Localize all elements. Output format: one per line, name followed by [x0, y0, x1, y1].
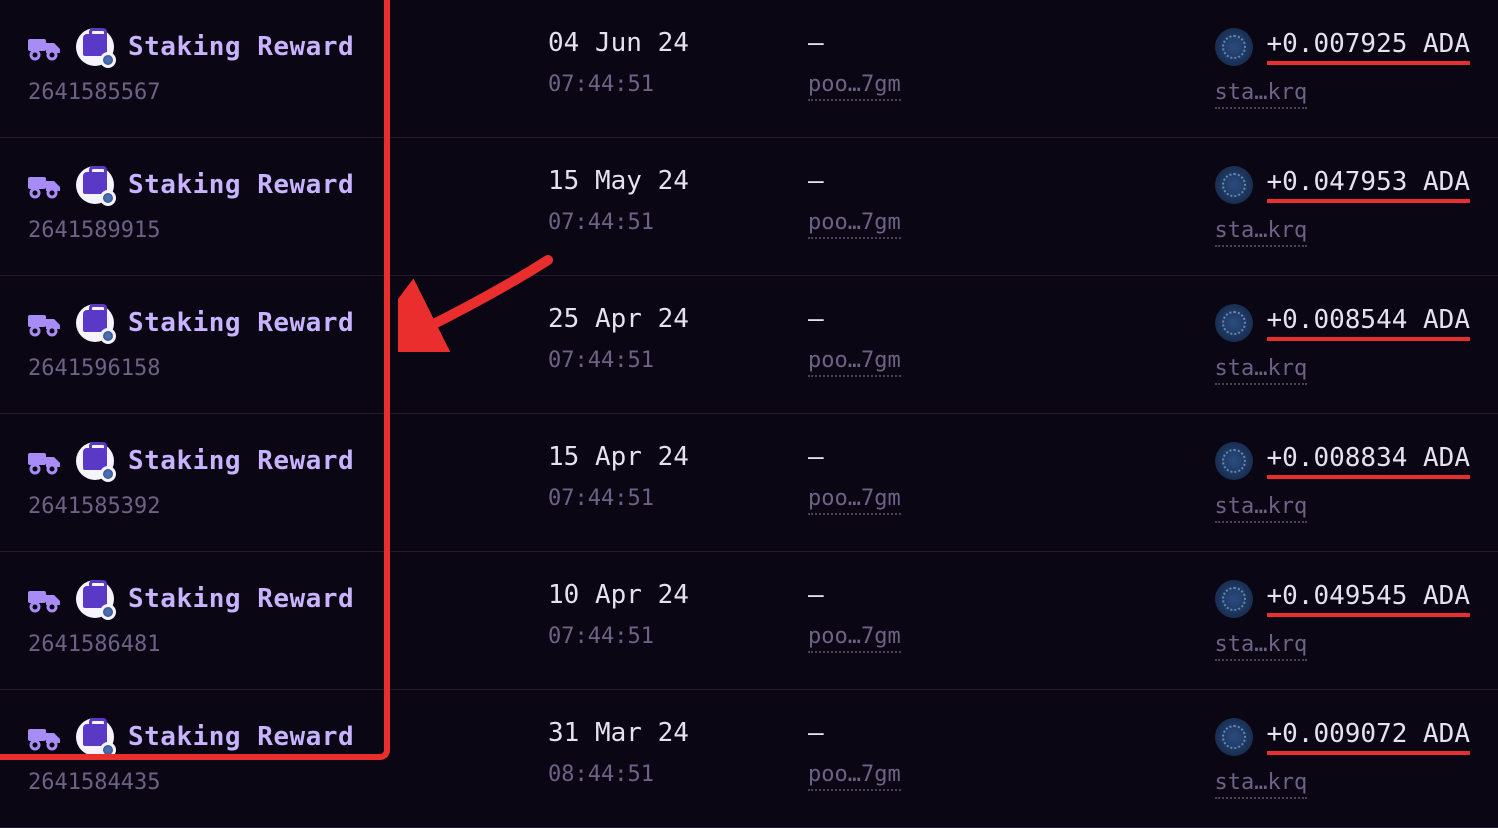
stake-address-link[interactable]: sta…krq: [1215, 218, 1308, 247]
wallet-icon: [76, 28, 114, 66]
transaction-amount: +0.049545 ADA: [1267, 581, 1471, 617]
transaction-date: 31 Mar 24: [548, 718, 808, 748]
stake-address-link[interactable]: sta…krq: [1215, 770, 1308, 799]
transaction-row[interactable]: Staking Reward 2641584435 31 Mar 24 08:4…: [0, 690, 1498, 828]
transaction-type-label: Staking Reward: [128, 722, 354, 752]
stake-address-link[interactable]: sta…krq: [1215, 80, 1308, 109]
stake-address-link[interactable]: sta…krq: [1215, 632, 1308, 661]
transaction-hash-placeholder: —: [808, 166, 1208, 196]
transaction-date: 15 May 24: [548, 166, 808, 196]
transaction-date: 04 Jun 24: [548, 28, 808, 58]
transfer-icon: [28, 585, 62, 613]
cardano-icon: [1215, 718, 1253, 756]
transaction-time: 07:44:51: [548, 624, 808, 649]
transaction-time: 07:44:51: [548, 348, 808, 373]
transaction-row[interactable]: Staking Reward 2641596158 25 Apr 24 07:4…: [0, 276, 1498, 414]
transaction-id: 2641584435: [28, 770, 548, 795]
stake-address-link[interactable]: sta…krq: [1215, 494, 1308, 523]
transfer-icon: [28, 171, 62, 199]
wallet-icon: [76, 442, 114, 480]
transaction-time: 07:44:51: [548, 486, 808, 511]
transaction-row[interactable]: Staking Reward 2641585567 04 Jun 24 07:4…: [0, 0, 1498, 138]
pool-link[interactable]: poo…7gm: [808, 210, 901, 239]
transaction-row[interactable]: Staking Reward 2641589915 15 May 24 07:4…: [0, 138, 1498, 276]
transfer-icon: [28, 447, 62, 475]
cardano-icon: [1215, 580, 1253, 618]
pool-link[interactable]: poo…7gm: [808, 762, 901, 791]
transfer-icon: [28, 33, 62, 61]
transaction-type-label: Staking Reward: [128, 308, 354, 338]
transaction-time: 08:44:51: [548, 762, 808, 787]
pool-link[interactable]: poo…7gm: [808, 486, 901, 515]
transaction-amount: +0.007925 ADA: [1267, 29, 1471, 65]
cardano-icon: [1215, 304, 1253, 342]
stake-address-link[interactable]: sta…krq: [1215, 356, 1308, 385]
transaction-id: 2641589915: [28, 218, 548, 243]
cardano-icon: [1215, 166, 1253, 204]
transactions-table: Staking Reward 2641585567 04 Jun 24 07:4…: [0, 0, 1498, 828]
transaction-id: 2641596158: [28, 356, 548, 381]
transfer-icon: [28, 723, 62, 751]
pool-link[interactable]: poo…7gm: [808, 624, 901, 653]
transaction-hash-placeholder: —: [808, 718, 1208, 748]
transaction-type-label: Staking Reward: [128, 446, 354, 476]
transaction-row[interactable]: Staking Reward 2641586481 10 Apr 24 07:4…: [0, 552, 1498, 690]
transaction-date: 15 Apr 24: [548, 442, 808, 472]
wallet-icon: [76, 718, 114, 756]
transaction-date: 25 Apr 24: [548, 304, 808, 334]
cardano-icon: [1215, 442, 1253, 480]
transaction-hash-placeholder: —: [808, 442, 1208, 472]
transaction-time: 07:44:51: [548, 210, 808, 235]
transfer-icon: [28, 309, 62, 337]
pool-link[interactable]: poo…7gm: [808, 348, 901, 377]
pool-link[interactable]: poo…7gm: [808, 72, 901, 101]
transaction-type-label: Staking Reward: [128, 32, 354, 62]
cardano-icon: [1215, 28, 1253, 66]
transaction-id: 2641585392: [28, 494, 548, 519]
transaction-type-label: Staking Reward: [128, 170, 354, 200]
transaction-id: 2641585567: [28, 80, 548, 105]
transaction-id: 2641586481: [28, 632, 548, 657]
wallet-icon: [76, 304, 114, 342]
transaction-amount: +0.008834 ADA: [1267, 443, 1471, 479]
transaction-type-label: Staking Reward: [128, 584, 354, 614]
wallet-icon: [76, 580, 114, 618]
transaction-date: 10 Apr 24: [548, 580, 808, 610]
wallet-icon: [76, 166, 114, 204]
transaction-amount: +0.009072 ADA: [1267, 719, 1471, 755]
transaction-hash-placeholder: —: [808, 580, 1208, 610]
transaction-hash-placeholder: —: [808, 304, 1208, 334]
transaction-row[interactable]: Staking Reward 2641585392 15 Apr 24 07:4…: [0, 414, 1498, 552]
transaction-amount: +0.047953 ADA: [1267, 167, 1471, 203]
transaction-hash-placeholder: —: [808, 28, 1208, 58]
transaction-time: 07:44:51: [548, 72, 808, 97]
transaction-amount: +0.008544 ADA: [1267, 305, 1471, 341]
